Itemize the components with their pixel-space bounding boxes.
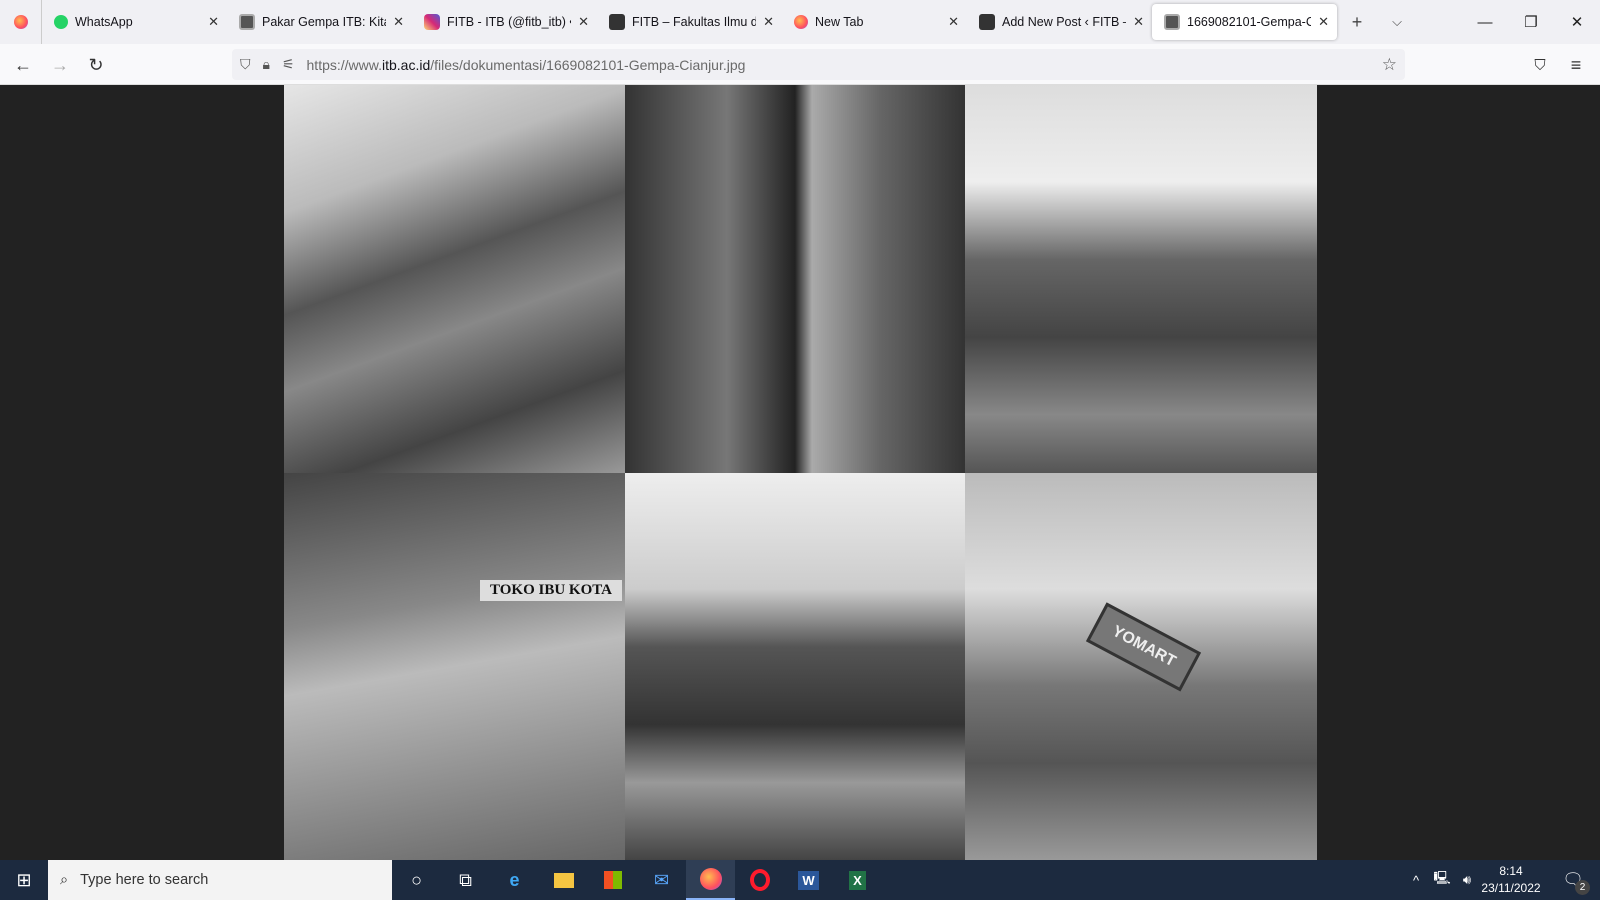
notification-count-badge: 2 bbox=[1575, 880, 1590, 895]
word-icon[interactable]: W bbox=[784, 860, 833, 900]
tab-gempa-cianjur[interactable]: 1669082101-Gempa-Cian✕ bbox=[1152, 4, 1337, 40]
firefox-taskbar-icon[interactable] bbox=[686, 860, 735, 900]
pocket-icon[interactable]: ⛉ bbox=[1527, 52, 1553, 78]
close-tab-icon[interactable]: ✕ bbox=[1133, 14, 1144, 30]
lock-icon[interactable]: 🔒︎ bbox=[263, 56, 270, 73]
search-icon: ⌕ bbox=[60, 872, 69, 888]
earthquake-photo-collage bbox=[284, 85, 1317, 860]
tab-fitb[interactable]: FITB – Fakultas Ilmu dan✕ bbox=[597, 4, 782, 40]
forward-button[interactable]: → bbox=[47, 52, 73, 78]
task-view-icon[interactable]: ⧉ bbox=[441, 860, 490, 900]
action-center-button[interactable]: 🗨︎ 2 bbox=[1555, 860, 1591, 900]
instagram-icon bbox=[424, 14, 440, 30]
list-all-tabs-button[interactable]: ⌵ bbox=[1377, 14, 1417, 30]
fitb-logo-icon bbox=[609, 14, 625, 30]
close-tab-icon[interactable]: ✕ bbox=[578, 14, 589, 30]
whatsapp-icon bbox=[54, 15, 68, 29]
tab-whatsapp[interactable]: WhatsApp ✕ bbox=[42, 4, 227, 40]
back-button[interactable]: ← bbox=[10, 52, 36, 78]
tab-bar: WhatsApp✕ Pakar Gempa ITB: Kita Ha✕ FITB… bbox=[0, 0, 1600, 44]
tab-add-new-post[interactable]: Add New Post ‹ FITB — \✕ bbox=[967, 4, 1152, 40]
photo-broken-school-wall bbox=[284, 473, 625, 860]
tab-new-tab[interactable]: New Tab ✕ bbox=[782, 4, 967, 40]
file-explorer-icon[interactable] bbox=[539, 860, 588, 900]
opera-icon[interactable] bbox=[735, 860, 784, 900]
excel-icon[interactable]: X bbox=[833, 860, 882, 900]
tracking-protection-shield-icon[interactable]: ⛉ bbox=[240, 56, 251, 73]
cortana-icon[interactable]: ○ bbox=[392, 860, 441, 900]
edge-icon[interactable]: e bbox=[490, 860, 539, 900]
bookmark-star-icon[interactable]: ☆ bbox=[1382, 55, 1397, 75]
close-window-button[interactable]: ✕ bbox=[1554, 0, 1600, 44]
address-bar[interactable]: ⛉ 🔒︎ ⚟ https://www.itb.ac.id/files/dokum… bbox=[232, 49, 1405, 80]
store-icon[interactable] bbox=[588, 860, 637, 900]
volume-icon[interactable]: 🔊︎ bbox=[1455, 860, 1479, 900]
photo-collapsed-roof bbox=[284, 85, 625, 473]
mail-icon[interactable]: ✉ bbox=[637, 860, 686, 900]
network-icon[interactable]: 🖳︎ bbox=[1430, 860, 1454, 900]
url-text[interactable]: https://www.itb.ac.id/files/dokumentasi/… bbox=[307, 57, 746, 73]
new-tab-button[interactable]: + bbox=[1337, 12, 1377, 33]
firefox-view-button[interactable] bbox=[0, 0, 42, 44]
taskbar-search-box[interactable]: ⌕ Type here to search bbox=[48, 860, 392, 900]
windows-start-button[interactable]: ⊞ bbox=[0, 860, 48, 900]
fitb-logo-icon bbox=[979, 14, 995, 30]
image-viewer: TOKO IBU KOTA YOMART bbox=[0, 85, 1600, 860]
navigation-bar: ← → ↻ ⛉ 🔒︎ ⚟ https://www.itb.ac.id/files… bbox=[0, 44, 1600, 85]
close-tab-icon[interactable]: ✕ bbox=[948, 14, 959, 30]
photo-damaged-house bbox=[625, 85, 965, 473]
photo-toko-ibu-kota bbox=[625, 473, 965, 860]
show-hidden-icons-chevron-icon[interactable]: ^ bbox=[1405, 860, 1427, 900]
restore-button[interactable]: ❐ bbox=[1508, 0, 1554, 44]
minimize-button[interactable]: — bbox=[1462, 0, 1508, 44]
close-tab-icon[interactable]: ✕ bbox=[1318, 14, 1329, 30]
reload-button[interactable]: ↻ bbox=[83, 52, 109, 78]
clock[interactable]: 8:14 23/11/2022 bbox=[1480, 860, 1542, 900]
close-tab-icon[interactable]: ✕ bbox=[208, 14, 219, 30]
windows-taskbar: ⊞ ⌕ Type here to search ○ ⧉ e ✉ W X ^ 🖳︎ … bbox=[0, 860, 1600, 900]
close-tab-icon[interactable]: ✕ bbox=[393, 14, 404, 30]
store-sign-text: TOKO IBU KOTA bbox=[480, 580, 622, 601]
photo-rubble-palm-tree bbox=[965, 85, 1317, 473]
tab-instagram[interactable]: FITB - ITB (@fitb_itb) • In✕ bbox=[412, 4, 597, 40]
close-tab-icon[interactable]: ✕ bbox=[763, 14, 774, 30]
menu-icon[interactable]: ≡ bbox=[1563, 52, 1589, 78]
firefox-icon bbox=[13, 15, 28, 29]
tab-pakar-gempa[interactable]: Pakar Gempa ITB: Kita Ha✕ bbox=[227, 4, 412, 40]
itb-logo-icon bbox=[1164, 14, 1180, 30]
firefox-icon bbox=[794, 15, 808, 29]
itb-logo-icon bbox=[239, 14, 255, 30]
permissions-icon[interactable]: ⚟ bbox=[282, 56, 295, 73]
